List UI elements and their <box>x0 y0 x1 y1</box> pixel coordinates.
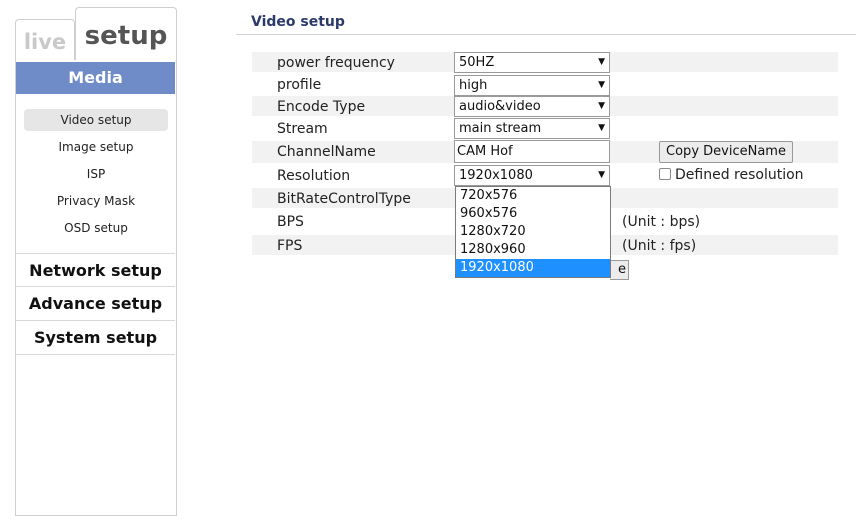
copy-device-name-button[interactable]: Copy DeviceName <box>659 141 793 163</box>
dropdown-arrow-icon: ▼ <box>598 170 605 180</box>
label-bps: BPS <box>277 214 304 230</box>
dropdown-arrow-icon: ▼ <box>598 80 605 90</box>
tab-live[interactable]: live <box>15 19 75 61</box>
power-frequency-select[interactable]: 50HZ ▼ <box>454 52 610 73</box>
sidebar-item-isp[interactable]: ISP <box>24 163 168 185</box>
sidebar-item-privacy-mask[interactable]: Privacy Mask <box>24 190 168 212</box>
power-frequency-value: 50HZ <box>459 55 495 70</box>
dropdown-arrow-icon: ▼ <box>598 101 605 111</box>
encode-type-select[interactable]: audio&video ▼ <box>454 96 610 117</box>
defined-resolution-checkbox[interactable] <box>659 168 671 180</box>
sidebar-section-system-setup[interactable]: System setup <box>16 321 175 355</box>
tab-setup[interactable]: setup <box>75 7 177 61</box>
stream-select[interactable]: main stream ▼ <box>454 118 610 139</box>
sidebar-item-video-setup[interactable]: Video setup <box>24 109 168 131</box>
resolution-option-selected[interactable]: 1920x1080 <box>456 259 610 277</box>
resolution-value: 1920x1080 <box>459 168 533 183</box>
sidebar-section-network-setup[interactable]: Network setup <box>16 253 175 287</box>
label-channel-name: ChannelName <box>277 144 376 160</box>
save-button-label: e <box>618 262 626 277</box>
page-title: Video setup <box>251 14 345 30</box>
save-button[interactable]: e <box>610 260 629 280</box>
dropdown-arrow-icon: ▼ <box>598 57 605 67</box>
label-power-frequency: power frequency <box>277 55 395 71</box>
defined-resolution-label: Defined resolution <box>675 167 804 183</box>
resolution-option[interactable]: 1280x960 <box>456 241 610 259</box>
label-stream: Stream <box>277 121 328 137</box>
resolution-option[interactable]: 720x576 <box>456 187 610 205</box>
fps-unit: (Unit : fps) <box>622 238 697 254</box>
label-bitrate-control: BitRateControlType <box>277 191 411 207</box>
label-profile: profile <box>277 77 322 93</box>
channel-name-input[interactable]: CAM Hof <box>454 140 610 163</box>
sidebar-header-media[interactable]: Media <box>16 62 175 94</box>
encode-type-value: audio&video <box>459 99 541 114</box>
sidebar-item-image-setup[interactable]: Image setup <box>24 136 168 158</box>
stream-value: main stream <box>459 121 542 136</box>
profile-select[interactable]: high ▼ <box>454 75 610 96</box>
label-encode-type: Encode Type <box>277 99 366 115</box>
resolution-dropdown-list[interactable]: 720x576 960x576 1280x720 1280x960 1920x1… <box>455 186 611 278</box>
label-fps: FPS <box>277 238 303 254</box>
sidebar-section-advance-setup[interactable]: Advance setup <box>16 287 175 321</box>
dropdown-arrow-icon: ▼ <box>598 123 605 133</box>
label-resolution: Resolution <box>277 168 351 184</box>
resolution-option[interactable]: 960x576 <box>456 205 610 223</box>
resolution-option[interactable]: 1280x720 <box>456 223 610 241</box>
title-divider <box>236 34 856 35</box>
sidebar-item-osd-setup[interactable]: OSD setup <box>24 217 168 239</box>
resolution-select[interactable]: 1920x1080 ▼ <box>454 165 610 186</box>
profile-value: high <box>459 78 488 93</box>
bps-unit: (Unit : bps) <box>622 214 701 230</box>
